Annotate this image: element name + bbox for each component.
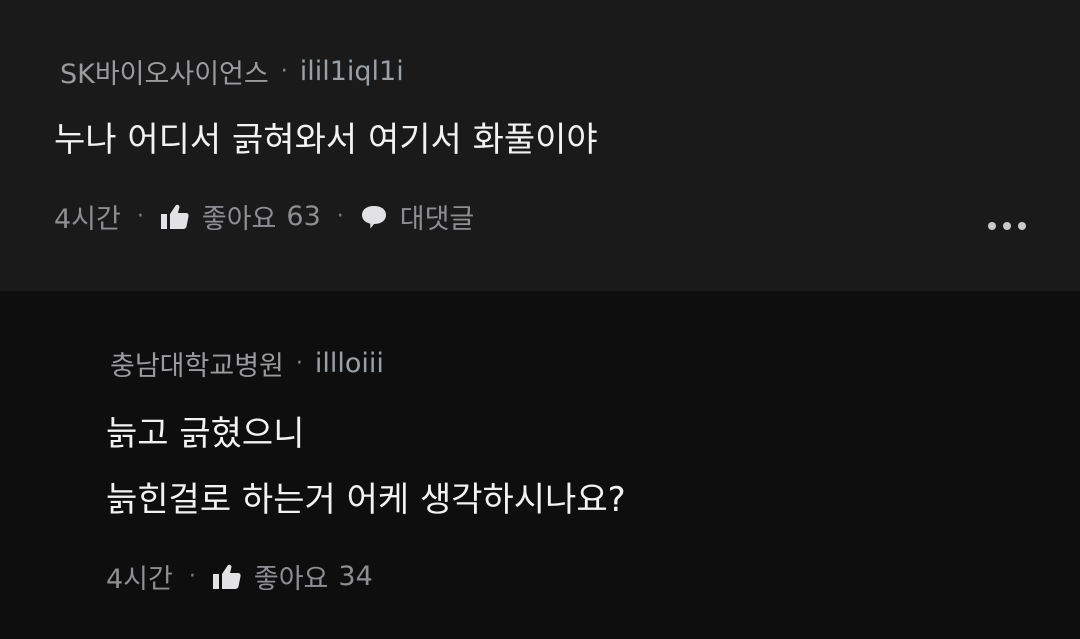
comment-thread: SK바이오사이언스 · ilil1iql1i 누나 어디서 긁혀와서 여기서 화… — [0, 0, 1080, 639]
speech-bubble-icon — [360, 204, 388, 230]
reply-button[interactable]: 대댓글 — [360, 197, 475, 236]
comment-author-line: SK바이오사이언스 · ilil1iql1i — [60, 52, 404, 91]
like-count: 34 — [338, 561, 373, 592]
more-dot-icon — [1003, 222, 1011, 230]
comment-organization[interactable]: SK바이오사이언스 — [60, 52, 269, 91]
action-separator: · — [136, 204, 144, 229]
thumbs-up-icon — [212, 563, 242, 591]
reply-label: 대댓글 — [399, 204, 475, 235]
like-count-group: 좋아요 34 — [254, 557, 373, 596]
comment-username[interactable]: ilil1iql1i — [300, 56, 404, 87]
reply-username[interactable]: illloiii — [315, 348, 384, 379]
like-button[interactable]: 좋아요 34 — [212, 557, 373, 596]
comment-text: 누나 어디서 긁혀와서 여기서 화풀이야 — [54, 120, 598, 160]
reply-actions: 4시간 · 좋아요 34 — [106, 557, 373, 596]
like-count: 63 — [286, 201, 321, 232]
like-label: 좋아요 — [201, 204, 277, 235]
reply-author-line: 충남대학교병원 · illloiii — [110, 344, 384, 383]
more-options-button[interactable] — [982, 216, 1032, 236]
meta-separator: · — [280, 59, 288, 84]
like-count-group: 좋아요 63 — [202, 197, 321, 236]
reply-timestamp: 4시간 — [106, 564, 173, 595]
action-separator: · — [188, 564, 196, 589]
thumbs-up-icon — [160, 203, 190, 231]
more-dot-icon — [988, 222, 996, 230]
action-separator: · — [336, 204, 344, 229]
comment-card: SK바이오사이언스 · ilil1iql1i 누나 어디서 긁혀와서 여기서 화… — [0, 0, 1080, 291]
reply-text-line-1: 늙고 긁혔으니 — [106, 414, 305, 454]
reply-organization[interactable]: 충남대학교병원 — [110, 344, 284, 383]
comment-timestamp: 4시간 — [54, 204, 121, 235]
reply-card: 충남대학교병원 · illloiii 늙고 긁혔으니 늙힌걸로 하는거 어케 생… — [0, 292, 1080, 639]
reply-text-line-2: 늙힌걸로 하는거 어케 생각하시나요? — [106, 480, 626, 520]
like-button[interactable]: 좋아요 63 — [160, 197, 321, 236]
like-label: 좋아요 — [253, 564, 329, 595]
more-dot-icon — [1018, 222, 1026, 230]
comment-actions: 4시간 · 좋아요 63 · 대댓글 — [54, 197, 474, 236]
meta-separator: · — [295, 351, 303, 376]
